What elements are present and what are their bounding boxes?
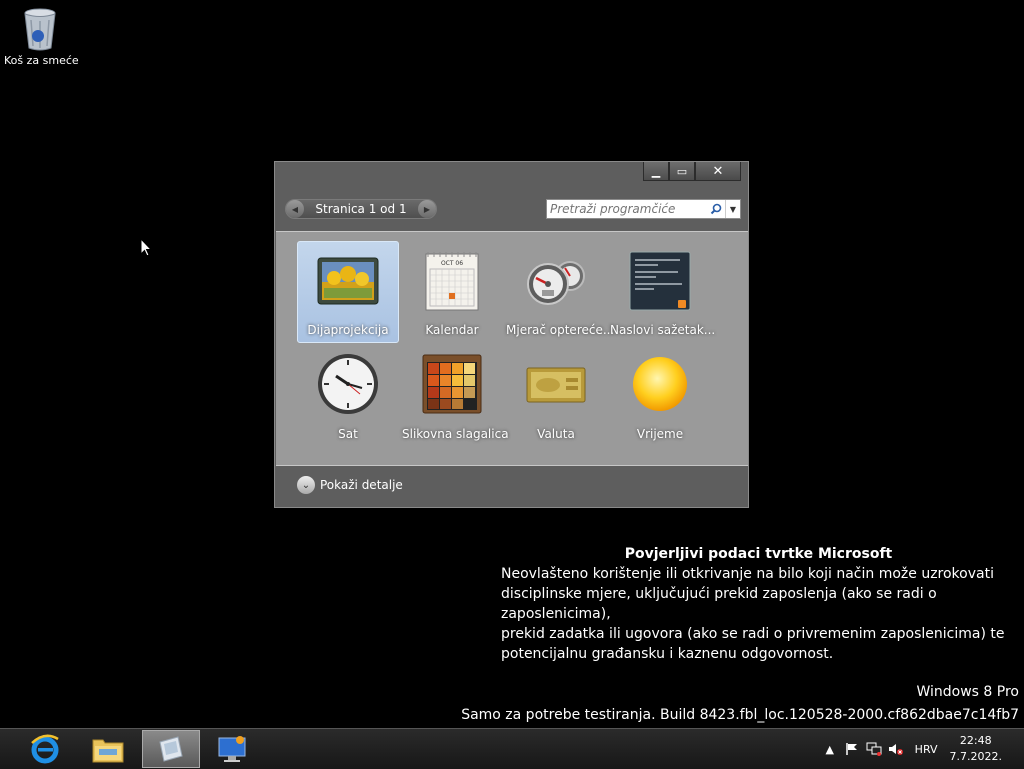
window-footer: ⌄ Pokaži detalje [275, 466, 748, 506]
gadget-label: Mjerač optereće... [506, 323, 615, 337]
gadget-label: Valuta [537, 427, 575, 441]
windows-edition: Windows 8 Pro [916, 684, 1019, 700]
currency-icon [524, 352, 588, 416]
volume-muted-icon[interactable] [885, 738, 907, 760]
picture-puzzle-icon [420, 352, 484, 416]
notice-title: Povjerljivi podaci tvrtke Microsoft [624, 546, 893, 562]
input-language-indicator[interactable]: HRV [915, 743, 938, 756]
page-indicator: Stranica 1 od 1 [315, 202, 407, 216]
gadget-label: Sat [338, 427, 358, 441]
maximize-button[interactable]: ▭ [669, 162, 695, 181]
gadget-tile-currency[interactable]: Valuta [505, 345, 607, 447]
feed-headlines-icon [628, 248, 692, 312]
gadgets-window: ▁ ▭ ✕ ◀ Stranica 1 od 1 ▶ ▼ Di [274, 161, 749, 508]
taskbar-remote-desktop[interactable] [203, 730, 261, 768]
taskbar-internet-explorer[interactable] [16, 730, 74, 768]
search-input[interactable] [547, 201, 707, 217]
calendar-icon: OCT 06 [420, 248, 484, 312]
clock-time: 22:48 [959, 734, 992, 747]
chevron-right-icon: ▶ [423, 204, 431, 214]
calendar-month-text: OCT 06 [441, 260, 463, 267]
taskbar-file-explorer[interactable] [79, 730, 137, 768]
recycle-bin-label: Koš za smeće [4, 54, 79, 67]
search-icon[interactable] [707, 200, 725, 218]
chevron-up-icon: ▲ [825, 742, 834, 756]
show-details-button[interactable]: ⌄ Pokaži detalje [297, 476, 403, 494]
build-info: Samo za potrebe testiranja. Build 8423.f… [461, 707, 1019, 723]
clock-icon [316, 352, 380, 416]
minimize-button[interactable]: ▁ [643, 162, 669, 181]
chevron-down-icon: ▼ [729, 204, 737, 214]
clock-date: 7.7.2022. [949, 750, 1002, 763]
gadget-tile-calendar[interactable]: OCT 06 Kalendar [401, 241, 503, 343]
chevron-left-icon: ◀ [291, 204, 299, 214]
gadget-tile-cpu-meter[interactable]: Mjerač optereće... [505, 241, 615, 343]
gadget-gallery: Dijaprojekcija OCT 06 Kalendar Mjerač op… [276, 231, 748, 466]
system-tray: ▲ HRV 22:48 7.7.2022. [819, 729, 1024, 769]
search-box: ▼ [546, 199, 741, 219]
close-button[interactable]: ✕ [695, 162, 741, 181]
monitor-icon [218, 736, 246, 762]
gadget-tile-weather[interactable]: Vrijeme [609, 345, 711, 447]
confidential-notice: Povjerljivi podaci tvrtke Microsoft Neov… [501, 544, 1021, 664]
close-icon: ✕ [712, 163, 724, 179]
show-details-label: Pokaži detalje [320, 478, 403, 492]
network-icon[interactable] [863, 738, 885, 760]
taskbar: ▲ HRV 22:48 7.7.2022. [0, 728, 1024, 769]
taskbar-clock[interactable]: 22:48 7.7.2022. [950, 733, 1002, 765]
notice-line: disciplinske mjere, uključujući prekid z… [501, 586, 937, 622]
chevron-down-icon: ⌄ [297, 476, 315, 494]
gadget-label: Dijaprojekcija [307, 323, 389, 337]
show-hidden-icons-button[interactable]: ▲ [819, 738, 841, 760]
gadget-tile-picture-puzzle[interactable]: Slikovna slagalica [401, 345, 509, 447]
gadget-label: Naslovi sažetak... [610, 323, 716, 337]
slideshow-icon [316, 248, 380, 312]
gadget-label: Vrijeme [636, 427, 684, 441]
notice-line: Neovlašteno korištenje ili otkrivanje na… [501, 566, 994, 582]
minimize-icon: ▁ [651, 164, 661, 178]
notice-line: potencijalnu građansku i kaznenu odgovor… [501, 646, 834, 662]
gadget-tile-feed-headlines[interactable]: Naslovi sažetak... [609, 241, 716, 343]
previous-page-button[interactable]: ◀ [286, 200, 304, 218]
maximize-icon: ▭ [676, 164, 688, 178]
recycle-bin-icon [22, 6, 58, 52]
weather-icon [628, 352, 692, 416]
page-navigator: ◀ Stranica 1 od 1 ▶ [285, 199, 437, 219]
taskbar-desktop-gadgets[interactable] [142, 730, 200, 768]
next-page-button[interactable]: ▶ [417, 200, 436, 218]
folder-icon [92, 739, 124, 763]
gadget-tile-slideshow[interactable]: Dijaprojekcija [297, 241, 399, 343]
cpu-meter-icon [524, 248, 588, 312]
gadget-label: Slikovna slagalica [402, 427, 509, 441]
desktop-gadgets-icon [159, 736, 183, 762]
gadget-tile-clock[interactable]: Sat [297, 345, 399, 447]
mouse-cursor-icon [140, 237, 153, 262]
search-dropdown-button[interactable]: ▼ [725, 200, 740, 218]
internet-explorer-icon [31, 734, 59, 764]
notice-line: prekid zadatka ili ugovora (ako se radi … [501, 626, 1005, 642]
gadget-label: Kalendar [425, 323, 479, 337]
window-controls: ▁ ▭ ✕ [643, 162, 741, 181]
recycle-bin[interactable]: Koš za smeće [4, 6, 79, 67]
action-center-flag-icon[interactable] [841, 738, 863, 760]
